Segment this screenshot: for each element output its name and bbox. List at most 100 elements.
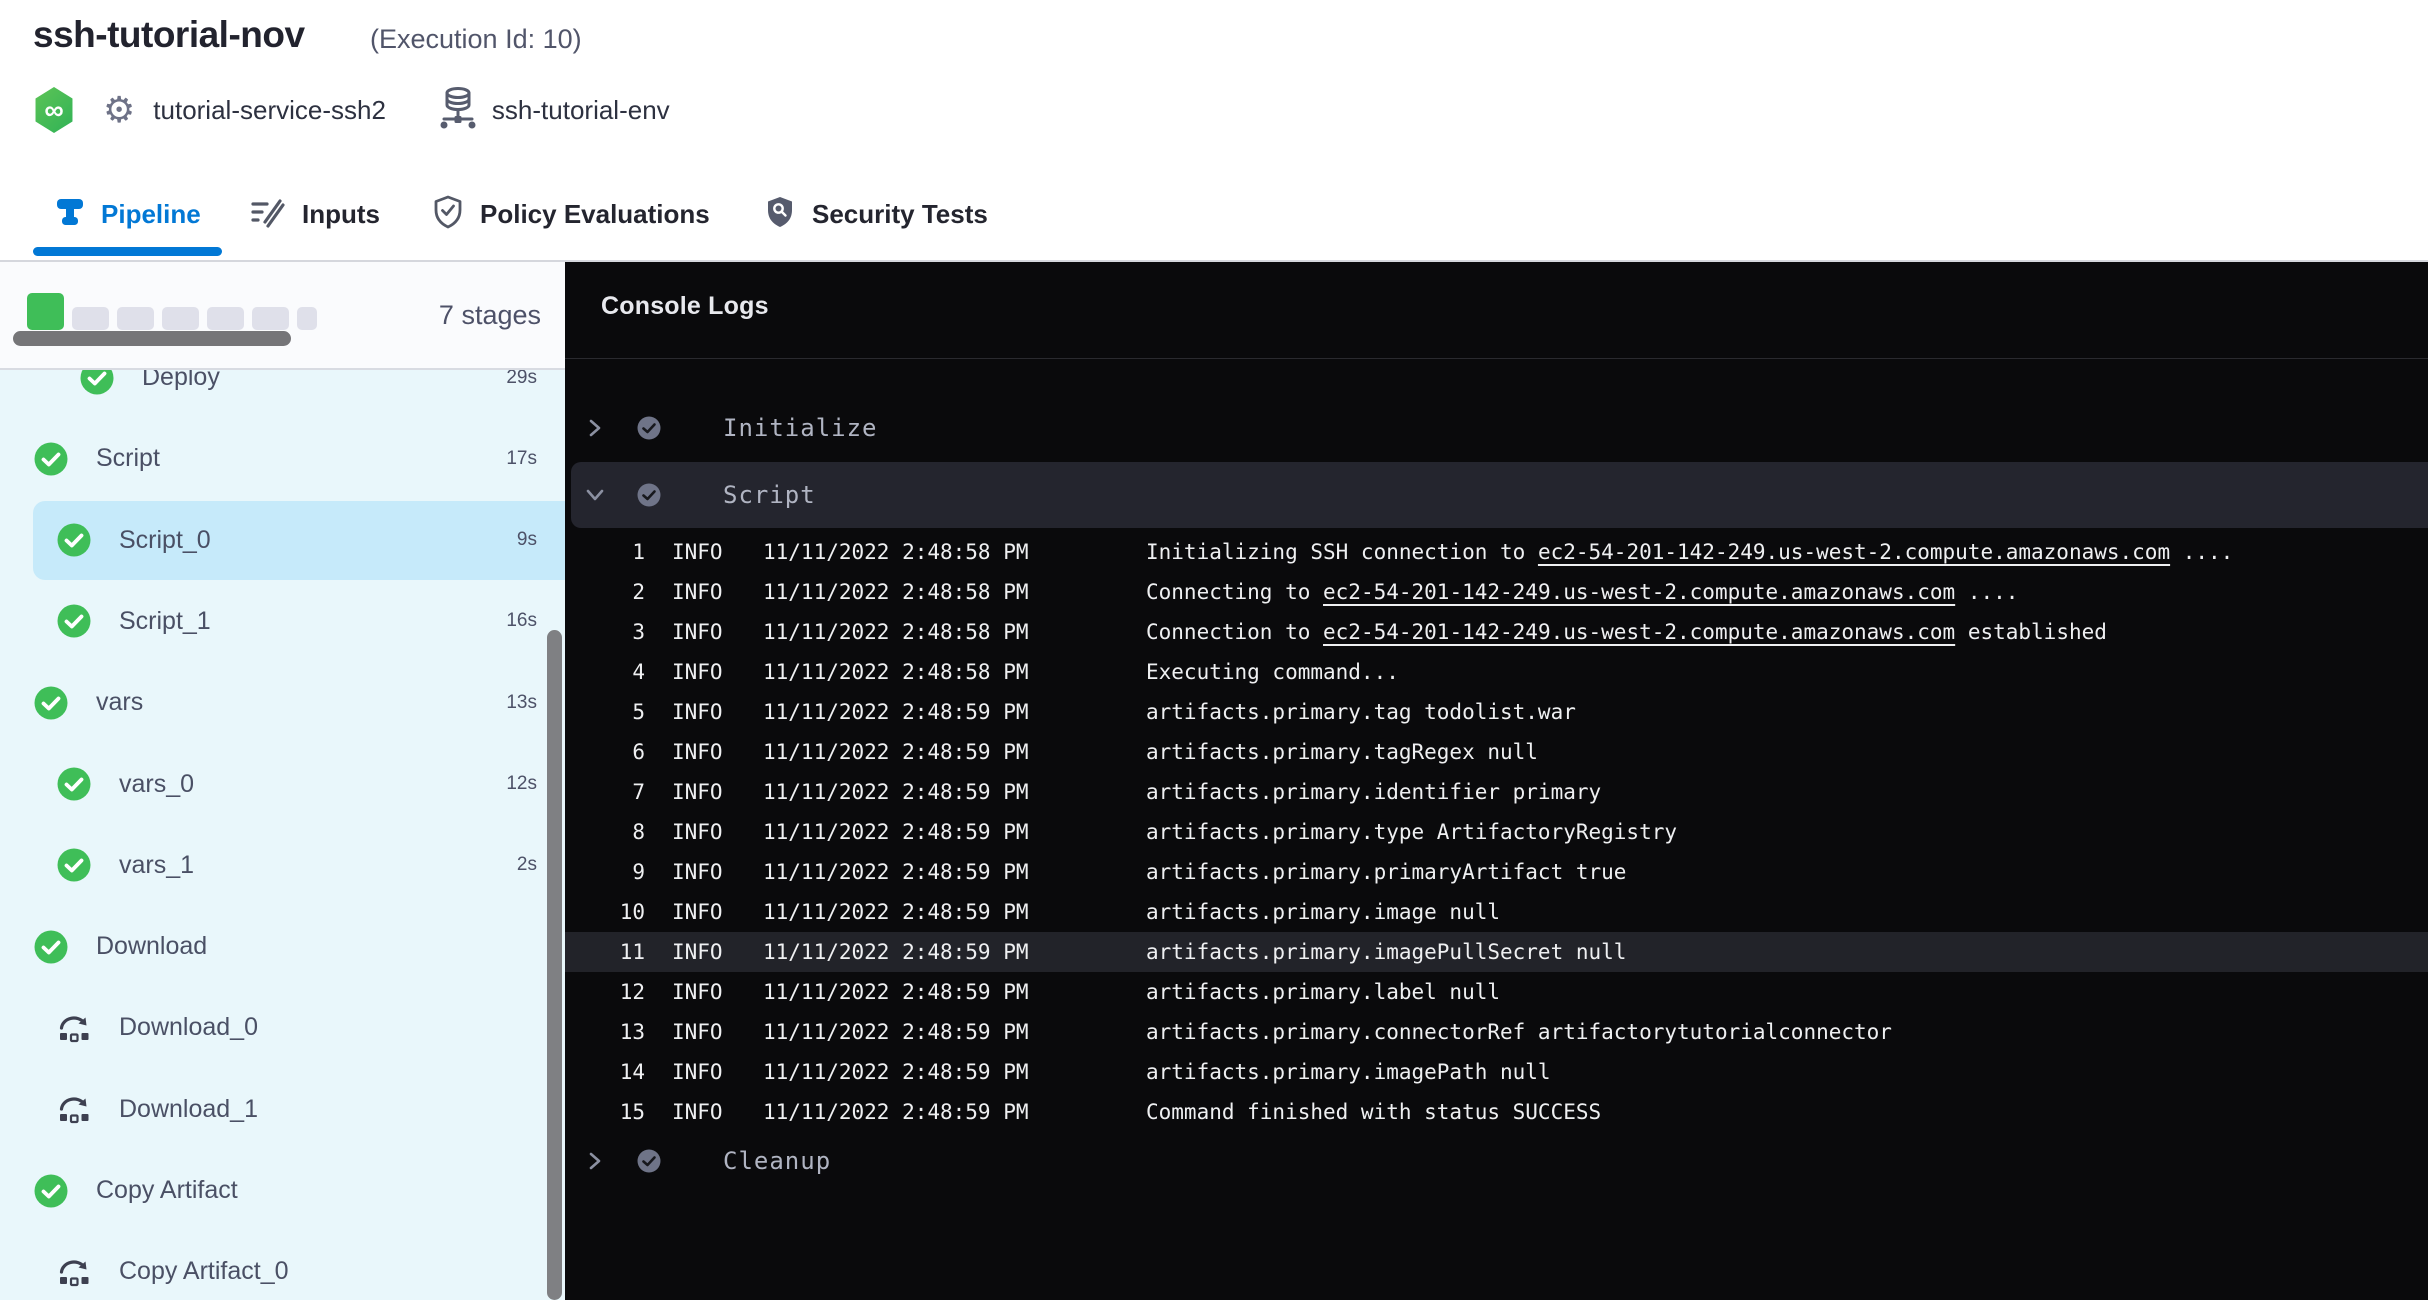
stage-row-highlight [33,1070,565,1149]
stage-status-icon [57,1092,91,1126]
log-message: artifacts.primary.tag todolist.war [1146,692,1576,732]
tab-inputs[interactable]: Inputs [250,170,380,258]
progress-segment [252,307,289,330]
log-level: INFO [672,1052,723,1092]
section-label: Script [723,481,816,509]
log-level: INFO [672,652,723,692]
tab-pipeline[interactable]: Pipeline [55,170,201,258]
log-timestamp: 11/11/2022 2:48:58 PM [763,612,1029,652]
inputs-icon [250,196,286,233]
stage-row[interactable]: Download_0 [0,987,565,1068]
console-section-initialize[interactable]: Initialize [565,407,2428,449]
stage-duration: 16s [506,610,537,632]
log-timestamp: 11/11/2022 2:48:59 PM [763,692,1029,732]
console-section-cleanup[interactable]: Cleanup [565,1140,2428,1182]
log-timestamp: 11/11/2022 2:48:59 PM [763,1052,1029,1092]
log-message: artifacts.primary.imagePath null [1146,1052,1551,1092]
stage-row[interactable]: Copy Artifact_0 [0,1231,565,1300]
section-success-icon [637,483,661,507]
progress-segment [162,307,199,330]
stage-row-highlight [33,745,565,824]
stage-label: vars [96,688,143,717]
stage-list: Deploy 29s Script 17s [0,370,565,1300]
stage-row[interactable]: Deploy 29s [0,370,565,418]
log-row: 10 INFO 11/11/2022 2:48:59 PM artifacts.… [565,892,2428,932]
log-line-number: 15 [565,1092,645,1132]
log-level: INFO [672,1012,723,1052]
stage-row-highlight [33,988,565,1067]
console-section-script[interactable]: Script [565,474,2428,516]
stage-status-icon [34,930,68,964]
stage-status-icon [34,1174,68,1208]
stage-row[interactable]: Script 17s [0,418,565,499]
section-success-icon [637,1149,661,1173]
service-gear-icon: ⚙ [103,92,135,128]
log-row: 13 INFO 11/11/2022 2:48:59 PM artifacts.… [565,1012,2428,1052]
progress-segment [297,307,317,330]
stage-label: Script_1 [119,607,211,636]
active-tab-underline [33,247,222,256]
log-message: artifacts.primary.imagePullSecret null [1146,932,1626,972]
log-message: Connection to ec2-54-201-142-249.us-west… [1146,612,2107,652]
log-message: Initializing SSH connection to ec2-54-20… [1146,532,2233,572]
stage-row-highlight [33,1232,565,1300]
stage-row[interactable]: Script_0 9s [0,500,565,581]
stage-label: Script_0 [119,526,211,555]
progress-segment [207,307,244,330]
progress-segment [117,307,154,330]
tab-inputs-label: Inputs [302,199,380,230]
host-link[interactable]: ec2-54-201-142-249.us-west-2.compute.ama… [1323,580,1955,604]
section-success-icon [637,416,661,440]
log-level: INFO [672,932,723,972]
log-timestamp: 11/11/2022 2:48:59 PM [763,1012,1029,1052]
tab-policy-evaluations-label: Policy Evaluations [480,199,710,230]
log-row: 11 INFO 11/11/2022 2:48:59 PM artifacts.… [565,932,2428,972]
tab-pipeline-label: Pipeline [101,199,201,230]
stage-row[interactable]: vars_1 2s [0,825,565,906]
log-timestamp: 11/11/2022 2:48:59 PM [763,972,1029,1012]
chevron-down-icon[interactable] [585,485,605,505]
stage-status-icon [57,767,91,801]
log-row: 14 INFO 11/11/2022 2:48:59 PM artifacts.… [565,1052,2428,1092]
tab-security-tests[interactable]: Security Tests [764,170,988,258]
log-row: 3 INFO 11/11/2022 2:48:58 PM Connection … [565,612,2428,652]
log-row: 7 INFO 11/11/2022 2:48:59 PM artifacts.p… [565,772,2428,812]
host-link[interactable]: ec2-54-201-142-249.us-west-2.compute.ama… [1538,540,2170,564]
progress-segment [27,293,64,330]
log-row: 5 INFO 11/11/2022 2:48:59 PM artifacts.p… [565,692,2428,732]
log-line-number: 8 [565,812,645,852]
stage-row[interactable]: Download [0,906,565,987]
stage-duration: 12s [506,773,537,795]
stage-row[interactable]: Script_1 16s [0,581,565,662]
chevron-right-icon[interactable] [585,418,605,438]
log-message: artifacts.primary.tagRegex null [1146,732,1538,772]
log-line-number: 9 [565,852,645,892]
chevron-right-icon[interactable] [585,1151,605,1171]
console-logs-panel: Console Logs Initialize Script 1 INFO 11… [565,262,2428,1300]
sidebar-scrollbar-thumb[interactable] [547,630,562,1300]
stages-progress-header: 7 stages [0,262,565,370]
stage-label: Copy Artifact_0 [119,1257,289,1286]
stage-row[interactable]: vars_0 12s [0,744,565,825]
stage-row[interactable]: Download_1 [0,1069,565,1150]
stage-status-icon [57,523,91,557]
log-level: INFO [672,892,723,932]
stage-duration: 29s [506,370,537,389]
stage-row[interactable]: vars 13s [0,662,565,743]
log-line-number: 1 [565,532,645,572]
log-message: Command finished with status SUCCESS [1146,1092,1601,1132]
stage-label: Download_0 [119,1013,258,1042]
stage-label: Download_1 [119,1095,258,1124]
tab-policy-evaluations[interactable]: Policy Evaluations [432,170,710,258]
environment-name[interactable]: ssh-tutorial-env [492,95,670,126]
service-name[interactable]: tutorial-service-ssh2 [153,95,386,126]
log-message: artifacts.primary.connectorRef artifacto… [1146,1012,1892,1052]
horizontal-scrollbar-thumb[interactable] [13,331,291,346]
log-line-number: 5 [565,692,645,732]
log-row: 8 INFO 11/11/2022 2:48:59 PM artifacts.p… [565,812,2428,852]
stage-progress-bar [27,262,317,330]
log-row: 6 INFO 11/11/2022 2:48:59 PM artifacts.p… [565,732,2428,772]
log-level: INFO [672,972,723,1012]
host-link[interactable]: ec2-54-201-142-249.us-west-2.compute.ama… [1323,620,1955,644]
stage-row[interactable]: Copy Artifact [0,1150,565,1231]
